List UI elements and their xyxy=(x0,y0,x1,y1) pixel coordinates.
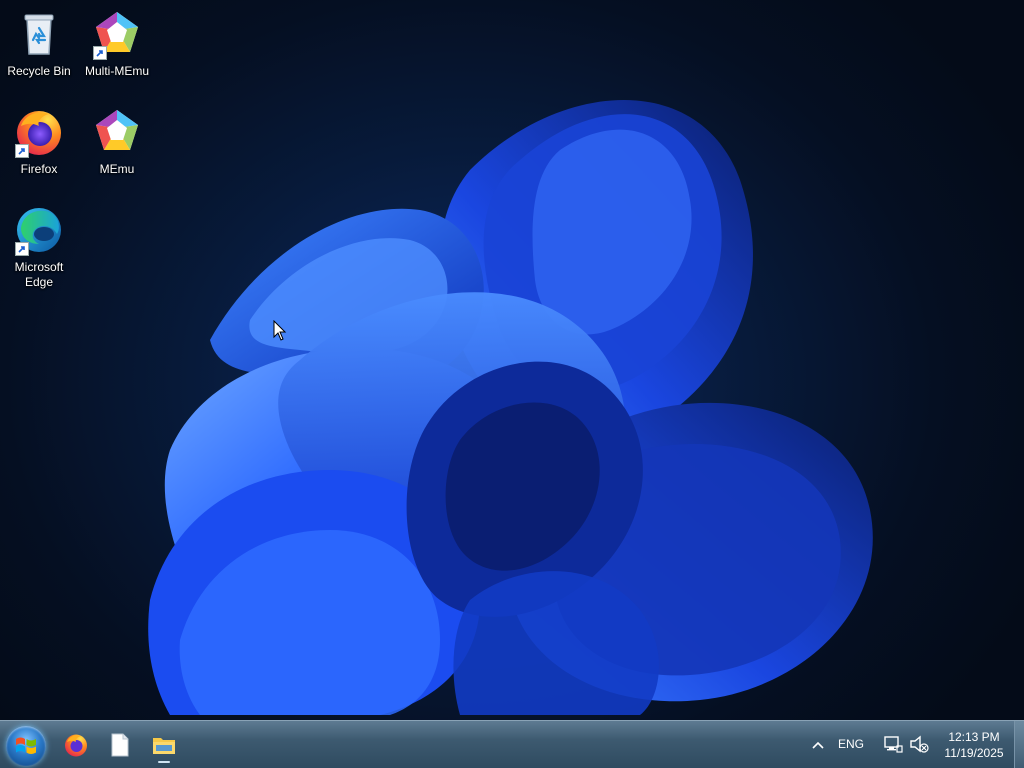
folder-icon xyxy=(153,738,175,754)
running-indicator xyxy=(158,761,170,763)
recycle-bin-icon xyxy=(13,8,65,60)
shortcut-arrow-icon xyxy=(93,46,107,60)
chevron-up-icon xyxy=(812,741,824,749)
desktop-icon-multi-memu[interactable]: Multi-MEmu xyxy=(79,4,155,96)
desktop-icon-microsoft-edge[interactable]: Microsoft Edge xyxy=(1,200,77,292)
taskbar-app-notepad[interactable] xyxy=(100,725,140,765)
shortcut-arrow-icon xyxy=(15,242,29,256)
desktop-icon-label: Multi-MEmu xyxy=(84,64,149,78)
multi-memu-icon xyxy=(91,8,143,60)
taskbar-clock[interactable]: 12:13 PM 11/19/2025 xyxy=(936,729,1012,761)
desktop-icon-memu[interactable]: MEmu xyxy=(79,102,155,194)
clock-time: 12:13 PM xyxy=(948,730,1000,744)
clock-date: 11/19/2025 xyxy=(944,746,1004,760)
firefox-icon xyxy=(65,734,87,757)
taskbar-app-firefox[interactable] xyxy=(56,725,96,765)
volume-muted-icon[interactable] xyxy=(908,733,930,755)
firefox-icon xyxy=(13,106,65,158)
show-desktop-button[interactable] xyxy=(1014,721,1024,768)
memu-icon xyxy=(91,106,143,158)
taskbar: ENG 12:13 PM 11/19/2025 xyxy=(0,720,1024,768)
desktop-icon-label: Recycle Bin xyxy=(7,64,71,78)
show-hidden-icons-button[interactable] xyxy=(806,733,830,757)
desktop-icon-firefox[interactable]: Firefox xyxy=(1,102,77,194)
desktop-icon-label: Firefox xyxy=(20,162,58,176)
mouse-pointer-icon xyxy=(273,320,287,341)
language-indicator[interactable]: ENG xyxy=(838,737,864,751)
desktop[interactable]: Recycle Bin Multi-MEmu Firefox MEmu Micr… xyxy=(0,0,1024,720)
desktop-icon-label: MEmu xyxy=(99,162,135,176)
shortcut-arrow-icon xyxy=(15,144,29,158)
edge-icon xyxy=(13,204,65,256)
network-icon[interactable] xyxy=(882,733,904,755)
blank-document-icon xyxy=(111,733,129,757)
desktop-icon-label: Microsoft Edge xyxy=(14,260,64,289)
taskbar-app-file-explorer[interactable] xyxy=(144,725,184,765)
windows-logo-icon xyxy=(16,737,36,754)
desktop-icon-recycle-bin[interactable]: Recycle Bin xyxy=(1,4,77,96)
start-button[interactable] xyxy=(6,726,46,766)
